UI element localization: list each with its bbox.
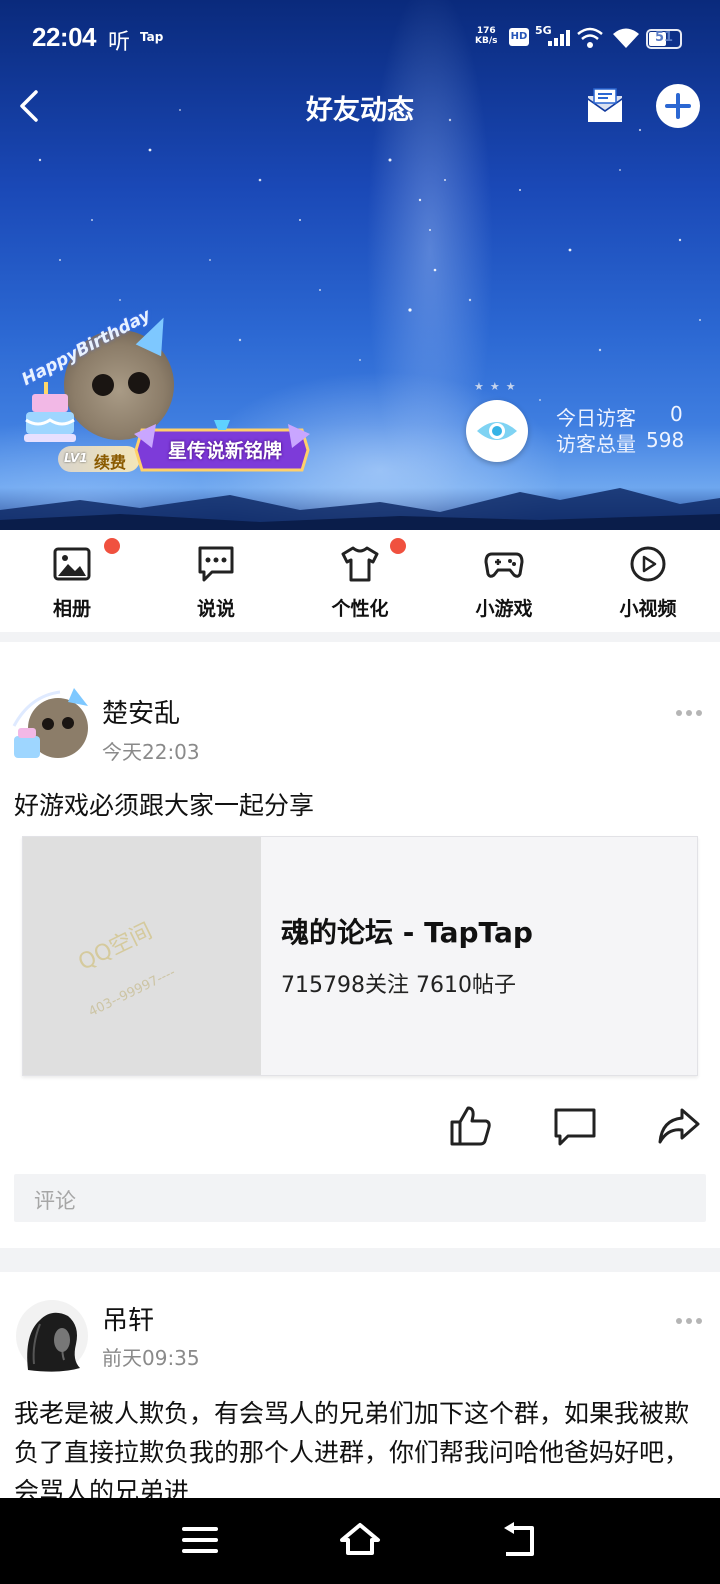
like-icon[interactable] — [448, 1104, 494, 1148]
hd-voice-icon: HD — [509, 28, 529, 46]
post-more-button[interactable] — [676, 708, 706, 718]
clock: 22:04 — [32, 22, 97, 52]
feature-nav: 相册 说说 个性化 小游戏 小视频 — [0, 530, 720, 632]
nav-item-moments[interactable]: 说说 — [144, 530, 288, 632]
post-author-name[interactable]: 楚安乱 — [102, 693, 180, 730]
shared-link-thumbnail: QQ空间 403--99997---- — [23, 837, 261, 1075]
eye-icon — [477, 422, 517, 440]
nav-item-album[interactable]: 相册 — [0, 530, 144, 632]
visitor-stars-decoration: ★★★ — [474, 380, 522, 393]
ting-app-icon: 听 — [108, 30, 131, 55]
post-timestamp: 今天22:03 — [102, 740, 200, 764]
wifi-sharing-icon — [577, 27, 603, 48]
add-icon[interactable] — [656, 84, 700, 128]
cake-icon — [24, 382, 76, 442]
status-bar: 22:04 听 Tap 176 KB/s HD 5G 51 — [0, 0, 720, 78]
chat-bubble-icon — [198, 546, 234, 582]
battery-icon: 51 — [646, 29, 682, 49]
tshirt-icon — [341, 546, 379, 582]
share-icon[interactable] — [656, 1104, 702, 1148]
comment-icon[interactable] — [552, 1104, 598, 1148]
wifi-icon — [613, 28, 639, 48]
thumbnail-watermark: QQ空间 — [74, 918, 157, 976]
back-icon[interactable] — [498, 1520, 542, 1560]
thumbnail-watermark-subtext: 403--99997---- — [86, 965, 178, 1020]
play-circle-icon — [630, 546, 666, 582]
total-visitors-count: 598 — [646, 428, 685, 452]
section-divider — [0, 632, 720, 642]
mountain-silhouette — [0, 488, 720, 530]
message-icon[interactable] — [585, 86, 625, 126]
taptap-app-icon: Tap — [140, 30, 164, 44]
network-speed: 176 KB/s — [475, 26, 498, 46]
today-visitors-count: 0 — [670, 402, 683, 426]
menu-icon[interactable] — [178, 1520, 222, 1560]
notification-dot — [104, 538, 120, 554]
nav-item-personalize[interactable]: 个性化 — [288, 530, 432, 632]
signal-icon — [548, 30, 570, 46]
shared-link-stats: 715798关注 7610帖子 — [281, 973, 516, 998]
title-bar: 好友动态 — [0, 78, 720, 134]
post-body-text: 我老是被人欺负，有会骂人的兄弟们加下这个群，如果我被欺负了直接拉欺负我的那个人进… — [14, 1399, 690, 1498]
visitor-button[interactable] — [466, 400, 528, 462]
nameplate-badge-label: 星传说新铭牌 — [167, 440, 282, 462]
post-body-text: 好游戏必须跟大家一起分享 — [14, 791, 315, 820]
post-timestamp: 前天09:35 — [102, 1346, 200, 1370]
comment-placeholder: 评论 — [34, 1189, 76, 1213]
total-visitors-label: 访客总量 — [556, 432, 636, 456]
today-visitors-label: 今日访客 — [556, 406, 636, 430]
nav-item-videos[interactable]: 小视频 — [576, 530, 720, 632]
home-icon[interactable] — [338, 1520, 382, 1560]
cover-banner[interactable]: 22:04 听 Tap 176 KB/s HD 5G 51 好友动态 Happy… — [0, 0, 720, 530]
nav-item-minigames[interactable]: 小游戏 — [432, 530, 576, 632]
post-author-name[interactable]: 吊轩 — [102, 1300, 154, 1337]
section-divider — [0, 1248, 720, 1272]
post-author-avatar[interactable] — [10, 1294, 94, 1378]
vip-level-tag[interactable]: LV1 续费 — [58, 446, 140, 472]
shared-link-title: 魂的论坛 - TapTap — [281, 916, 533, 949]
notification-dot — [390, 538, 406, 554]
shared-link-card[interactable]: QQ空间 403--99997---- 魂的论坛 - TapTap 715798… — [22, 836, 698, 1076]
system-navigation-bar — [0, 1498, 720, 1584]
gamepad-icon — [484, 552, 524, 578]
comment-input[interactable]: 评论 — [14, 1174, 706, 1222]
post-more-button[interactable] — [676, 1316, 706, 1326]
post-author-avatar[interactable] — [10, 686, 94, 770]
photo-album-icon — [53, 547, 91, 581]
